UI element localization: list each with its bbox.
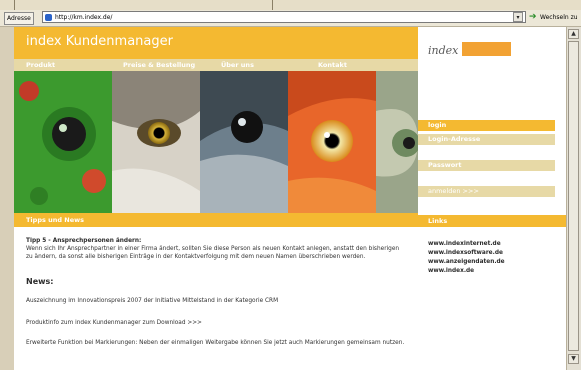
tip-body: Wenn sich Ihr Ansprechpartner in einer F… [26, 246, 400, 260]
login-submit-button[interactable]: anmelden >>> [418, 186, 555, 197]
news-heading: News: [26, 277, 54, 286]
link-index[interactable]: www.index.de [428, 267, 474, 275]
scroll-up-button[interactable]: ▲ [568, 29, 579, 39]
address-url[interactable]: http://km.index.de/ [55, 12, 112, 23]
address-label: Adresse [4, 12, 34, 25]
address-dropdown-button[interactable]: ▾ [513, 12, 523, 22]
logo: index [428, 44, 459, 57]
scroll-down-button[interactable]: ▼ [568, 354, 579, 364]
page-icon [45, 14, 52, 21]
scroll-thumb[interactable] [568, 41, 579, 351]
link-anzeigendaten[interactable]: www.anzeigendaten.de [428, 258, 505, 266]
nav-item-ueber-uns[interactable]: Über uns [221, 59, 254, 71]
password-field[interactable]: Passwort [418, 160, 555, 171]
nav-item-produkt[interactable]: Produkt [26, 59, 55, 71]
news-item-download-link[interactable]: Produktinfo zum index Kundenmanager zum … [26, 319, 202, 327]
divider [272, 0, 273, 10]
login-address-field[interactable]: Login-Adresse [418, 134, 555, 145]
nav-item-preise[interactable]: Preise & Bestellung [123, 59, 195, 71]
go-button[interactable]: Wechseln zu [540, 12, 578, 23]
news-item: Auszeichnung im Innovationspreis 2007 de… [26, 298, 279, 304]
tip-title: Tipp 5 - Ansprechpersonen ändern: [26, 238, 142, 244]
nav-item-kontakt[interactable]: Kontakt [318, 59, 347, 71]
go-arrow-icon[interactable]: ➔ [529, 12, 538, 22]
link-indexsoftware[interactable]: www.indexsoftware.de [428, 249, 503, 257]
news-item: Erweiterte Funktion bei Markierungen: Ne… [26, 340, 405, 346]
eyes-collage [14, 71, 418, 213]
divider [14, 0, 15, 10]
main-nav [14, 59, 418, 71]
window-top-band [0, 0, 581, 10]
section-title: Tipps und News [26, 216, 84, 224]
links-heading: Links [418, 215, 566, 227]
logo-mark [462, 42, 511, 56]
sidebar-spacer [418, 71, 566, 120]
login-heading: login [418, 120, 555, 131]
header-photo-strip [14, 71, 418, 213]
link-indexinternet[interactable]: www.indexinternet.de [428, 240, 501, 248]
address-input[interactable] [42, 11, 526, 23]
page-title: index Kundenmanager [26, 34, 173, 49]
